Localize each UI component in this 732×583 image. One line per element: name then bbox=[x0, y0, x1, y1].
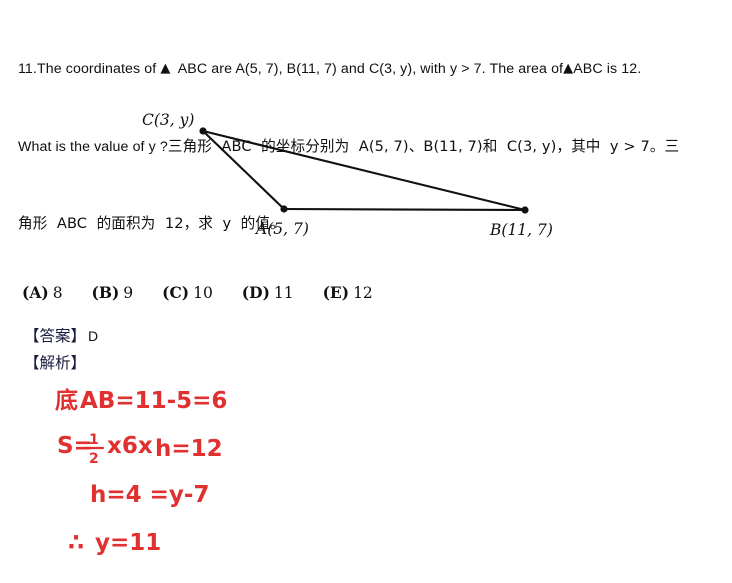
vertex-label-b: B(11, 7) bbox=[489, 221, 553, 239]
triangle-icon: ▲ bbox=[160, 61, 171, 76]
hw-line-2-frac-denominator: 2 bbox=[89, 451, 99, 467]
answer-choices: (A) 8 (B) 9 (C) 10 (D) 11 (E) 12 bbox=[22, 283, 373, 302]
vertex-label-c: C(3, y) bbox=[142, 111, 194, 129]
choice-c-value: 10 bbox=[193, 284, 213, 302]
hw-line-4-symbol: ∴ bbox=[68, 530, 84, 556]
answer-value: D bbox=[88, 328, 99, 344]
problem-text-en-b: ABC are A(5, 7), B(11, 7) and C(3, y), w… bbox=[170, 61, 564, 77]
hw-line-1-prefix: 底 bbox=[55, 387, 78, 414]
hw-line-4-body: y=11 bbox=[95, 530, 161, 556]
hw-line-3: h=4 =y-7 bbox=[90, 482, 209, 508]
hw-line-2-frac-numerator: 1 bbox=[89, 432, 99, 448]
choice-e-value: 12 bbox=[353, 284, 373, 302]
choice-e[interactable]: (E) 12 bbox=[323, 283, 373, 302]
choice-d-tag: (D) bbox=[241, 283, 270, 302]
edge-cb bbox=[201, 129, 527, 212]
triangle-icon: ▲ bbox=[563, 61, 574, 76]
edge-ab bbox=[282, 207, 527, 212]
choice-a-tag: (A) bbox=[22, 283, 49, 302]
choice-b-tag: (B) bbox=[91, 283, 120, 302]
choice-a[interactable]: (A) 8 bbox=[22, 283, 63, 302]
choice-c-tag: (C) bbox=[162, 283, 190, 302]
choice-b-value: 9 bbox=[123, 284, 134, 302]
hw-line-2-a: S= bbox=[57, 433, 93, 459]
choice-c[interactable]: (C) 10 bbox=[162, 283, 213, 302]
handwritten-solution: 底 AB=11-5=6 S= 1 2 x6x h=12 h=4 =y-7 ∴ y… bbox=[0, 378, 732, 583]
problem-text-en-a: The coordinates of bbox=[36, 61, 161, 77]
vertex-label-a: A(5, 7) bbox=[254, 220, 309, 238]
choice-a-value: 8 bbox=[52, 284, 63, 302]
triangle-figure: C(3, y) A(5, 7) B(11, 7) bbox=[0, 96, 732, 246]
vertex-b bbox=[521, 206, 529, 214]
problem-text-en-c: ABC is 12. bbox=[573, 61, 642, 77]
choice-d-value: 11 bbox=[273, 284, 294, 302]
analysis-label: 【解析】 bbox=[24, 354, 87, 372]
choice-d[interactable]: (D) 11 bbox=[242, 283, 294, 302]
answer-line: 【答案】 D bbox=[24, 324, 98, 346]
problem-number: 11. bbox=[18, 61, 37, 77]
answer-label: 【答案】 bbox=[24, 327, 87, 345]
choice-e-tag: (E) bbox=[322, 283, 350, 302]
problem-line-1: 11.The coordinates of ▲ ABC are A(5, 7),… bbox=[18, 57, 718, 83]
triangle-edges bbox=[201, 129, 527, 212]
hw-line-1-body: AB=11-5=6 bbox=[80, 388, 227, 414]
hw-line-2-c: h=12 bbox=[155, 436, 223, 462]
vertex-c bbox=[199, 127, 207, 135]
hw-line-2-b: x6x bbox=[107, 433, 153, 459]
choice-b[interactable]: (B) 9 bbox=[92, 283, 134, 302]
analysis-line: 【解析】 bbox=[24, 351, 86, 373]
edge-ca bbox=[201, 129, 286, 211]
vertex-a bbox=[280, 205, 288, 213]
